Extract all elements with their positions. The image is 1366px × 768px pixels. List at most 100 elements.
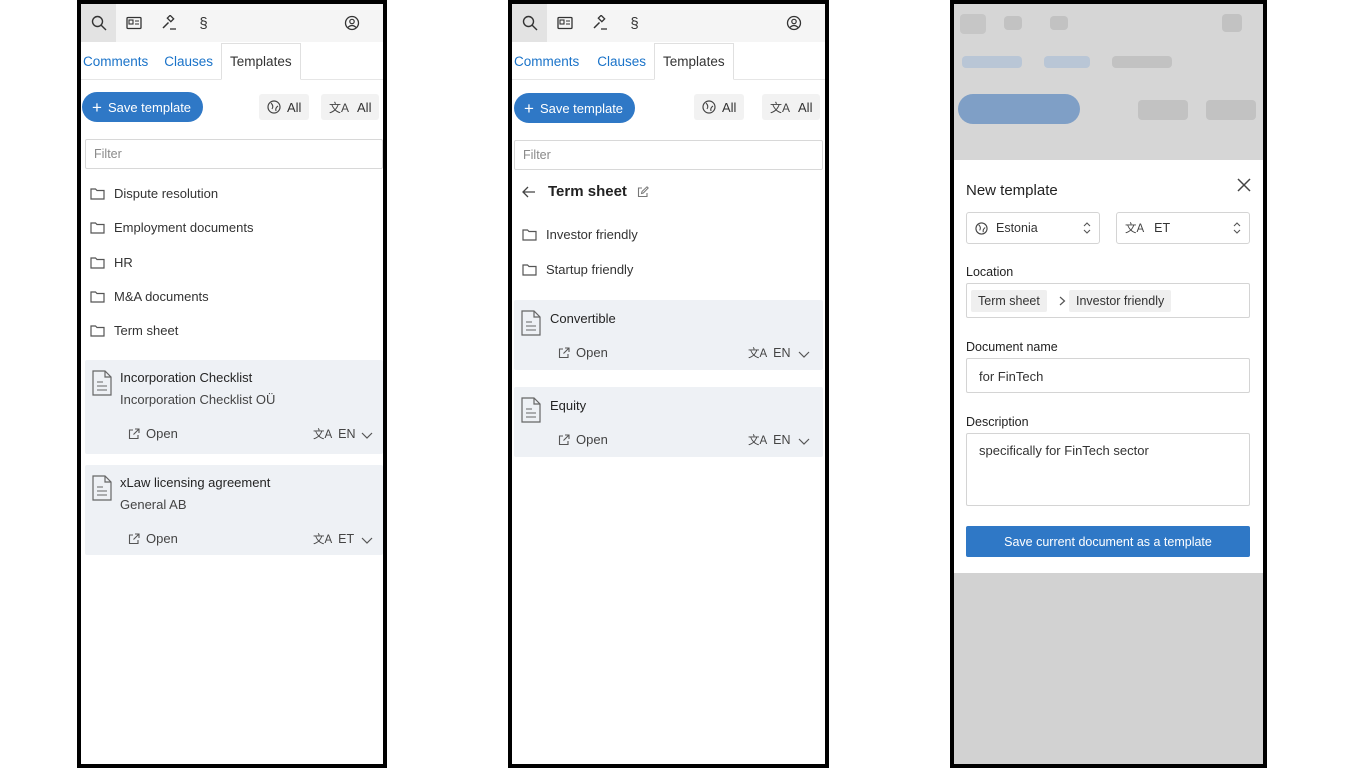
folder-icon (522, 229, 537, 241)
template-card[interactable]: xLaw licensing agreement General AB Open… (85, 465, 383, 555)
section-button[interactable]: § (186, 4, 221, 42)
tab-comments[interactable]: Comments (81, 54, 156, 79)
save-template-button[interactable]: + Save template (82, 92, 204, 122)
templates-panel-folder: § Comments Clauses Templates + Save temp… (508, 0, 829, 768)
search-button[interactable] (512, 4, 547, 42)
region-filter-button[interactable]: All (694, 94, 745, 120)
external-link-icon (128, 427, 140, 439)
external-link-icon (558, 346, 570, 358)
blurred-background (954, 4, 1263, 164)
section-button[interactable]: § (617, 4, 652, 42)
location-crumb[interactable]: Term sheet (971, 290, 1047, 312)
language-indicator: 文A EN (748, 432, 791, 448)
template-card[interactable]: Convertible Open 文A EN (514, 300, 823, 370)
new-template-dialog: New template Estonia 文A ET Location Term… (954, 160, 1263, 573)
country-select[interactable]: Estonia (966, 212, 1100, 244)
folder-item[interactable]: Employment documents (90, 220, 253, 235)
blurred-filter (1138, 100, 1188, 120)
arrow-left-icon[interactable] (522, 186, 536, 198)
folder-label: M&A documents (114, 289, 209, 304)
translate-icon: 文A (1125, 223, 1145, 235)
id-card-icon (125, 16, 142, 30)
tab-clauses[interactable]: Clauses (587, 54, 654, 79)
account-button[interactable] (334, 4, 369, 42)
blurred-tab (1112, 56, 1172, 68)
template-card[interactable]: Equity Open 文A EN (514, 387, 823, 457)
chevron-down-icon[interactable] (361, 537, 373, 545)
save-as-template-button[interactable]: Save current document as a template (966, 526, 1250, 557)
region-filter-label: All (287, 99, 302, 115)
template-subtitle: Incorporation Checklist OÜ (120, 392, 276, 407)
open-label: Open (146, 531, 178, 546)
contacts-button[interactable] (116, 4, 151, 42)
folder-label: Startup friendly (546, 262, 634, 277)
chevron-updown-icon (1233, 222, 1241, 234)
edit-icon[interactable] (637, 185, 649, 198)
contacts-button[interactable] (547, 4, 582, 42)
globe-icon (975, 221, 988, 235)
legal-button[interactable] (151, 4, 186, 42)
save-template-button[interactable]: + Save template (514, 93, 636, 123)
folder-item[interactable]: HR (90, 255, 133, 270)
open-link[interactable]: Open (558, 345, 608, 360)
translate-icon: 文A (748, 435, 768, 447)
folder-icon (90, 291, 105, 303)
translate-icon: 文A (748, 348, 768, 360)
dialog-title: New template (966, 182, 1058, 199)
description-textarea[interactable]: specifically for FinTech sector (966, 433, 1250, 506)
folder-item[interactable]: Startup friendly (522, 262, 633, 277)
folder-label: Investor friendly (546, 227, 638, 242)
chevron-down-icon[interactable] (798, 351, 810, 359)
location-crumb[interactable]: Investor friendly (1069, 290, 1172, 312)
folder-label: Term sheet (114, 323, 179, 338)
filter-input[interactable]: Filter (514, 140, 823, 170)
tab-templates[interactable]: Templates (654, 43, 734, 80)
open-link[interactable]: Open (128, 426, 178, 441)
language-indicator: 文A EN (313, 426, 356, 442)
folder-item[interactable]: Term sheet (90, 323, 178, 338)
tab-templates[interactable]: Templates (221, 43, 301, 80)
blurred-toolbar-item (1004, 16, 1022, 30)
tab-clauses[interactable]: Clauses (156, 54, 221, 79)
folder-item[interactable]: Dispute resolution (90, 186, 218, 201)
open-label: Open (146, 426, 178, 441)
legal-button[interactable] (582, 4, 617, 42)
tab-comments[interactable]: Comments (512, 54, 587, 79)
chevron-down-icon[interactable] (798, 438, 810, 446)
region-filter-button[interactable]: All (259, 94, 310, 120)
template-title: Convertible (550, 311, 616, 326)
blurred-toolbar-item (1222, 14, 1242, 32)
tab-bar: Comments Clauses Templates (512, 42, 825, 80)
location-label: Location (966, 265, 1014, 279)
template-card[interactable]: Incorporation Checklist Incorporation Ch… (85, 360, 383, 454)
chevron-updown-icon (1083, 222, 1091, 234)
folder-icon (90, 325, 105, 337)
section-icon: § (630, 14, 639, 32)
open-link[interactable]: Open (128, 531, 178, 546)
blurred-filter (1206, 100, 1256, 120)
plus-icon: + (524, 98, 534, 118)
document-icon (92, 475, 112, 501)
blurred-tab (1044, 56, 1090, 68)
open-link[interactable]: Open (558, 432, 608, 447)
template-title: Equity (550, 398, 587, 413)
blurred-tab (962, 56, 1022, 68)
close-icon[interactable] (1237, 178, 1251, 192)
folder-item[interactable]: Investor friendly (522, 227, 638, 242)
open-label: Open (576, 432, 608, 447)
template-title: Incorporation Checklist (120, 370, 253, 385)
search-button[interactable] (81, 4, 116, 42)
folder-item[interactable]: M&A documents (90, 289, 209, 304)
account-button[interactable] (776, 4, 811, 42)
document-name-input[interactable]: for FinTech (966, 358, 1250, 393)
external-link-icon (558, 433, 570, 445)
language-filter-button[interactable]: 文A All (321, 94, 380, 120)
language-select[interactable]: 文A ET (1116, 212, 1250, 244)
account-icon (344, 15, 359, 31)
language-filter-button[interactable]: 文A All (762, 94, 821, 120)
filter-input[interactable]: Filter (85, 139, 383, 169)
chevron-down-icon[interactable] (361, 432, 373, 440)
actions-row: + Save template All 文A All (512, 80, 825, 136)
region-filter-label: All (722, 99, 737, 115)
location-field[interactable]: Term sheet Investor friendly (966, 283, 1250, 318)
